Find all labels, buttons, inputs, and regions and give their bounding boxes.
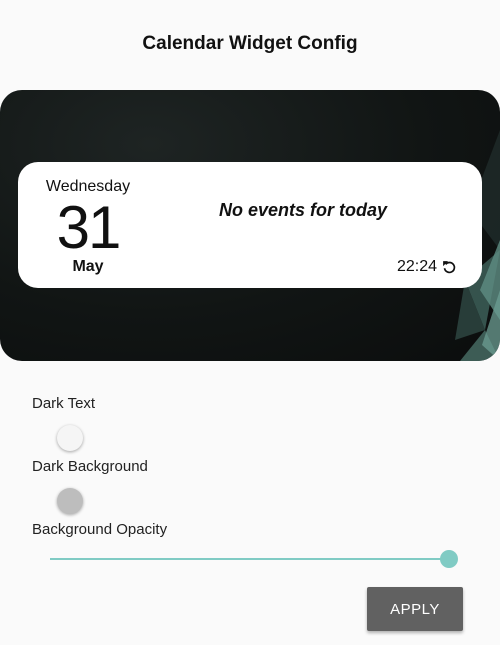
calendar-widget: Wednesday 31 May No events for today 22:… (18, 162, 482, 288)
opacity-slider-thumb[interactable] (440, 550, 458, 568)
widget-time: 22:24 (396, 258, 437, 275)
dark-background-label: Dark Background (32, 458, 148, 475)
apply-button[interactable]: APPLY (367, 587, 463, 631)
dark-text-switch[interactable] (57, 425, 83, 451)
background-opacity-label: Background Opacity (32, 521, 168, 538)
widget-events-text: No events for today (218, 200, 388, 220)
widget-time-row: 22:24 (397, 258, 458, 276)
page-title: Calendar Widget Config (142, 33, 358, 54)
dark-background-switch[interactable] (57, 488, 83, 514)
widget-month: May (72, 258, 104, 275)
opacity-slider-track[interactable] (50, 558, 448, 560)
widget-date: 31 (56, 194, 122, 261)
dark-text-label: Dark Text (32, 395, 96, 412)
widget-preview: Wednesday 31 May No events for today 22:… (0, 90, 500, 361)
refresh-icon[interactable] (441, 259, 458, 276)
